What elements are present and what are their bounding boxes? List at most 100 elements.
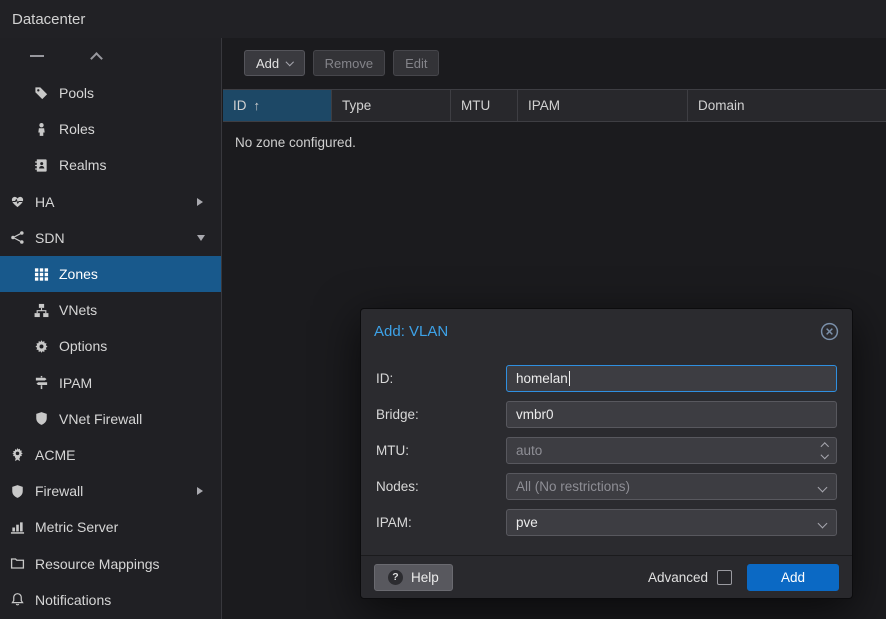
spinner-up-icon[interactable]: [820, 442, 828, 450]
sidebar-item-label: Zones: [59, 266, 98, 282]
sidebar-item-notifications[interactable]: Notifications: [0, 582, 221, 618]
advanced-checkbox[interactable]: [717, 570, 732, 585]
sort-asc-icon: ↑: [254, 98, 261, 113]
field-row-bridge: Bridge: vmbr0: [376, 401, 837, 428]
shield-icon: [10, 484, 25, 499]
chevron-down-icon: [818, 483, 828, 493]
sidebar-item-firewall[interactable]: Firewall: [0, 473, 221, 509]
id-value: homelan: [516, 371, 568, 386]
sidebar-item-sdn[interactable]: SDN: [0, 220, 221, 256]
sidebar-item-ha[interactable]: HA: [0, 184, 221, 220]
expand-collapsed-icon[interactable]: [197, 198, 203, 206]
help-button[interactable]: ? Help: [374, 564, 453, 591]
column-header-mtu[interactable]: MTU: [451, 90, 518, 121]
id-input[interactable]: homelan: [506, 365, 837, 392]
spinner-buttons[interactable]: [822, 438, 828, 463]
proxmox-app: Datacenter Pools Roles Realms HA SDN: [0, 0, 886, 619]
ipam-select[interactable]: pve: [506, 509, 837, 536]
nodes-label: Nodes:: [376, 479, 506, 494]
column-header-domain[interactable]: Domain: [688, 90, 886, 121]
folder-icon: [10, 556, 25, 571]
column-header-ipam[interactable]: IPAM: [518, 90, 688, 121]
heartbeat-icon: [10, 194, 25, 209]
sidebar-item-vnet-firewall[interactable]: VNet Firewall: [0, 401, 221, 437]
sidebar-item-roles[interactable]: Roles: [0, 111, 221, 147]
certificate-icon: [10, 447, 25, 462]
footer-actions: Advanced Add: [648, 564, 839, 591]
chevron-down-icon: [818, 519, 828, 529]
remove-button-label: Remove: [325, 56, 373, 71]
sidebar-item-zones[interactable]: Zones: [0, 256, 221, 292]
text-cursor: [569, 371, 570, 386]
sidebar-item-resource-mappings[interactable]: Resource Mappings: [0, 545, 221, 581]
map-signs-icon: [34, 375, 49, 390]
chevron-up-icon: [90, 52, 103, 65]
sidebar-item-vnets[interactable]: VNets: [0, 292, 221, 328]
chevron-down-icon: [286, 58, 294, 66]
edit-button[interactable]: Edit: [393, 50, 439, 76]
sidebar-item-label: Realms: [59, 157, 106, 173]
sidebar-item-label: Pools: [59, 85, 94, 101]
spinner-down-icon[interactable]: [820, 451, 828, 459]
sidebar-item-label: SDN: [35, 230, 65, 246]
field-row-id: ID: homelan: [376, 365, 837, 392]
mtu-label: MTU:: [376, 443, 506, 458]
gear-icon: [34, 339, 49, 354]
add-button-label: Add: [256, 56, 279, 71]
field-row-mtu: MTU: auto: [376, 437, 837, 464]
sidebar-item-pools[interactable]: Pools: [0, 75, 221, 111]
clipped-tree-item[interactable]: [0, 38, 221, 75]
bridge-input[interactable]: vmbr0: [506, 401, 837, 428]
sidebar-item-acme[interactable]: ACME: [0, 437, 221, 473]
sidebar-item-label: Resource Mappings: [35, 556, 160, 572]
column-header-id[interactable]: ID ↑: [223, 90, 332, 121]
sidebar-item-label: VNet Firewall: [59, 411, 142, 427]
dialog-header[interactable]: Add: VLAN: [361, 309, 852, 353]
submit-add-button[interactable]: Add: [747, 564, 839, 591]
bridge-value: vmbr0: [516, 407, 554, 422]
sidebar-item-label: IPAM: [59, 375, 92, 391]
sidebar-item-label: Roles: [59, 121, 95, 137]
dialog-body: ID: homelan Bridge: vmbr0 MTU: auto: [361, 353, 852, 536]
remove-button[interactable]: Remove: [313, 50, 385, 76]
sidebar-item-label: Metric Server: [35, 519, 118, 535]
sidebar-tree: Pools Roles Realms HA SDN Zones VNets: [0, 38, 222, 619]
sidebar-item-label: Notifications: [35, 592, 111, 608]
add-vlan-dialog: Add: VLAN ID: homelan Bridge: vmbr0 M: [360, 308, 853, 599]
sidebar-item-metric-server[interactable]: Metric Server: [0, 509, 221, 545]
bell-icon: [10, 592, 25, 607]
sitemap-icon: [34, 303, 49, 318]
expand-expanded-icon[interactable]: [197, 235, 205, 241]
field-row-ipam: IPAM: pve: [376, 509, 837, 536]
close-icon[interactable]: [820, 322, 839, 341]
sdn-network-icon: [10, 230, 25, 245]
question-icon: ?: [388, 570, 403, 585]
mtu-spinner[interactable]: auto: [506, 437, 837, 464]
sidebar-item-label: ACME: [35, 447, 75, 463]
sidebar-item-realms[interactable]: Realms: [0, 147, 221, 183]
sidebar-item-label: VNets: [59, 302, 97, 318]
field-row-nodes: Nodes: All (No restrictions): [376, 473, 837, 500]
edit-button-label: Edit: [405, 56, 427, 71]
sidebar-item-label: HA: [35, 194, 54, 210]
id-label: ID:: [376, 371, 506, 386]
page-title: Datacenter: [12, 11, 85, 28]
ipam-value: pve: [516, 515, 538, 530]
nodes-value: All (No restrictions): [516, 479, 630, 494]
submit-add-label: Add: [781, 570, 805, 585]
user-icon: [34, 122, 49, 137]
add-button[interactable]: Add: [244, 50, 305, 76]
zones-table-header: ID ↑ Type MTU IPAM Domain: [223, 89, 886, 122]
advanced-label: Advanced: [648, 570, 708, 585]
expand-collapsed-icon[interactable]: [197, 487, 203, 495]
grid-icon: [34, 267, 49, 282]
nodes-select[interactable]: All (No restrictions): [506, 473, 837, 500]
topbar: Datacenter: [0, 0, 886, 38]
sidebar-item-label: Firewall: [35, 483, 83, 499]
sidebar-item-ipam[interactable]: IPAM: [0, 365, 221, 401]
column-header-type[interactable]: Type: [332, 90, 451, 121]
zones-toolbar: Add Remove Edit: [223, 38, 886, 89]
sidebar-item-options[interactable]: Options: [0, 328, 221, 364]
shield-icon: [34, 411, 49, 426]
dialog-title: Add: VLAN: [374, 323, 448, 340]
